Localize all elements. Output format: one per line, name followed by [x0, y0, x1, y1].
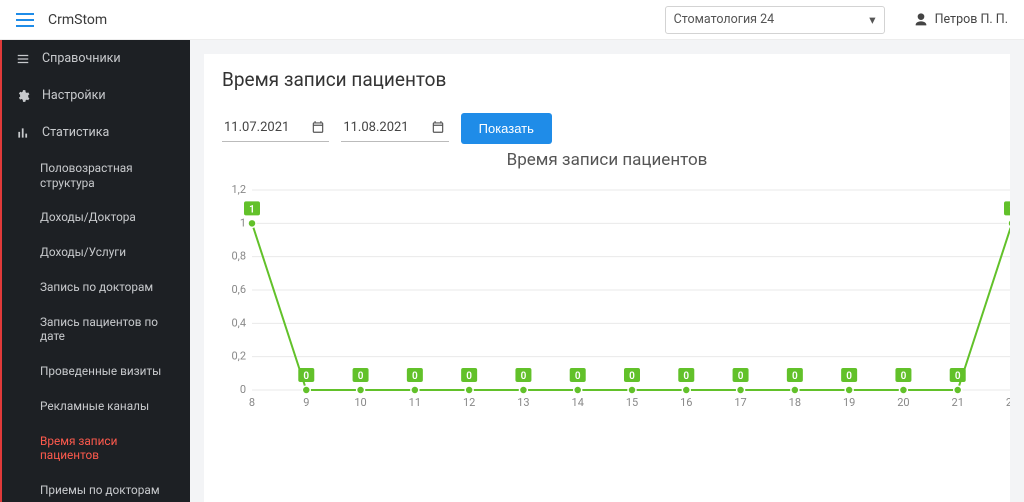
- sidebar-subitem[interactable]: Проведенные визиты: [2, 354, 190, 389]
- svg-text:15: 15: [626, 396, 638, 409]
- svg-text:0: 0: [303, 371, 309, 382]
- svg-text:0: 0: [358, 371, 364, 382]
- sidebar: Справочники Настройки Статистика Половозра…: [0, 40, 190, 502]
- sidebar-item-label: Настройки: [42, 88, 106, 103]
- sidebar-subitem[interactable]: Запись по докторам: [2, 270, 190, 305]
- svg-text:14: 14: [572, 396, 584, 409]
- sidebar-subitem[interactable]: Время записи пациентов: [2, 424, 190, 473]
- svg-text:10: 10: [354, 396, 366, 409]
- svg-text:12: 12: [463, 396, 475, 409]
- svg-text:1: 1: [240, 216, 246, 229]
- calendar-icon: [431, 120, 445, 134]
- clinic-select-value: Стоматология 24: [674, 12, 775, 27]
- svg-text:0: 0: [846, 371, 852, 382]
- sidebar-subitem[interactable]: Приемы по докторам: [2, 473, 190, 502]
- svg-text:0,4: 0,4: [231, 316, 246, 329]
- clinic-select[interactable]: Стоматология 24 ▾: [665, 6, 885, 34]
- user-name: Петров П. П.: [935, 12, 1008, 27]
- sidebar-item-gear[interactable]: Настройки: [2, 77, 190, 114]
- chart-container: Время записи пациентов 00,20,40,60,811,2…: [222, 150, 992, 410]
- svg-text:19: 19: [843, 396, 855, 409]
- sidebar-subitem[interactable]: Половозрастная структура: [2, 151, 190, 200]
- chart: 00,20,40,60,811,289101112131415161718192…: [222, 180, 1010, 410]
- svg-text:17: 17: [734, 396, 746, 409]
- svg-text:0: 0: [575, 371, 581, 382]
- filter-controls: 11.07.2021 11.08.2021 Показать: [222, 113, 992, 144]
- chart-svg: 00,20,40,60,811,289101112131415161718192…: [222, 180, 1010, 410]
- svg-text:0: 0: [240, 383, 246, 396]
- svg-text:0: 0: [466, 371, 472, 382]
- content-panel: Время записи пациентов 11.07.2021 11.08.…: [204, 54, 1010, 502]
- sidebar-item-label: Справочники: [42, 51, 121, 66]
- topbar: CrmStom Стоматология 24 ▾ Петров П. П.: [0, 0, 1024, 40]
- svg-text:0: 0: [412, 371, 418, 382]
- chart-title: Время записи пациентов: [222, 150, 992, 170]
- date-from-input[interactable]: 11.07.2021: [222, 116, 329, 142]
- svg-text:0: 0: [792, 371, 798, 382]
- svg-text:0: 0: [629, 371, 635, 382]
- svg-text:1,2: 1,2: [231, 183, 246, 196]
- sidebar-item-stats[interactable]: Статистика: [2, 114, 190, 151]
- chevron-down-icon: ▾: [869, 12, 875, 28]
- calendar-icon: [311, 120, 325, 134]
- svg-text:0: 0: [521, 371, 527, 382]
- svg-text:0,8: 0,8: [231, 250, 246, 263]
- svg-text:11: 11: [409, 396, 421, 409]
- svg-text:0,6: 0,6: [231, 283, 246, 296]
- svg-text:20: 20: [897, 396, 909, 409]
- user-menu[interactable]: Петров П. П.: [913, 12, 1008, 28]
- sidebar-subitem[interactable]: Доходы/Доктора: [2, 200, 190, 235]
- date-to-input[interactable]: 11.08.2021: [341, 116, 448, 142]
- page-title: Время записи пациентов: [222, 68, 992, 91]
- svg-text:0: 0: [901, 371, 907, 382]
- date-to-value: 11.08.2021: [343, 120, 408, 135]
- svg-text:16: 16: [680, 396, 692, 409]
- sidebar-subitem[interactable]: Доходы/Услуги: [2, 235, 190, 270]
- svg-text:22: 22: [1006, 396, 1010, 409]
- svg-text:0,2: 0,2: [231, 350, 246, 363]
- svg-text:0: 0: [955, 371, 961, 382]
- svg-text:13: 13: [517, 396, 529, 409]
- sidebar-subitem[interactable]: Рекламные каналы: [2, 389, 190, 424]
- main-area: Время записи пациентов 11.07.2021 11.08.…: [190, 40, 1024, 502]
- sidebar-subitem[interactable]: Запись пациентов по дате: [2, 305, 190, 354]
- sidebar-item-list[interactable]: Справочники: [2, 40, 190, 77]
- svg-text:0: 0: [683, 371, 689, 382]
- menu-toggle-icon[interactable]: [16, 13, 34, 27]
- svg-text:8: 8: [249, 396, 255, 409]
- sidebar-item-label: Статистика: [42, 125, 109, 140]
- svg-text:1: 1: [1009, 204, 1010, 215]
- svg-text:9: 9: [303, 396, 309, 409]
- svg-text:18: 18: [789, 396, 801, 409]
- svg-text:0: 0: [738, 371, 744, 382]
- date-from-value: 11.07.2021: [224, 120, 289, 135]
- svg-text:21: 21: [952, 396, 964, 409]
- brand-title: CrmStom: [48, 12, 107, 28]
- svg-text:1: 1: [249, 204, 255, 215]
- user-icon: [913, 12, 929, 28]
- show-button[interactable]: Показать: [461, 113, 552, 144]
